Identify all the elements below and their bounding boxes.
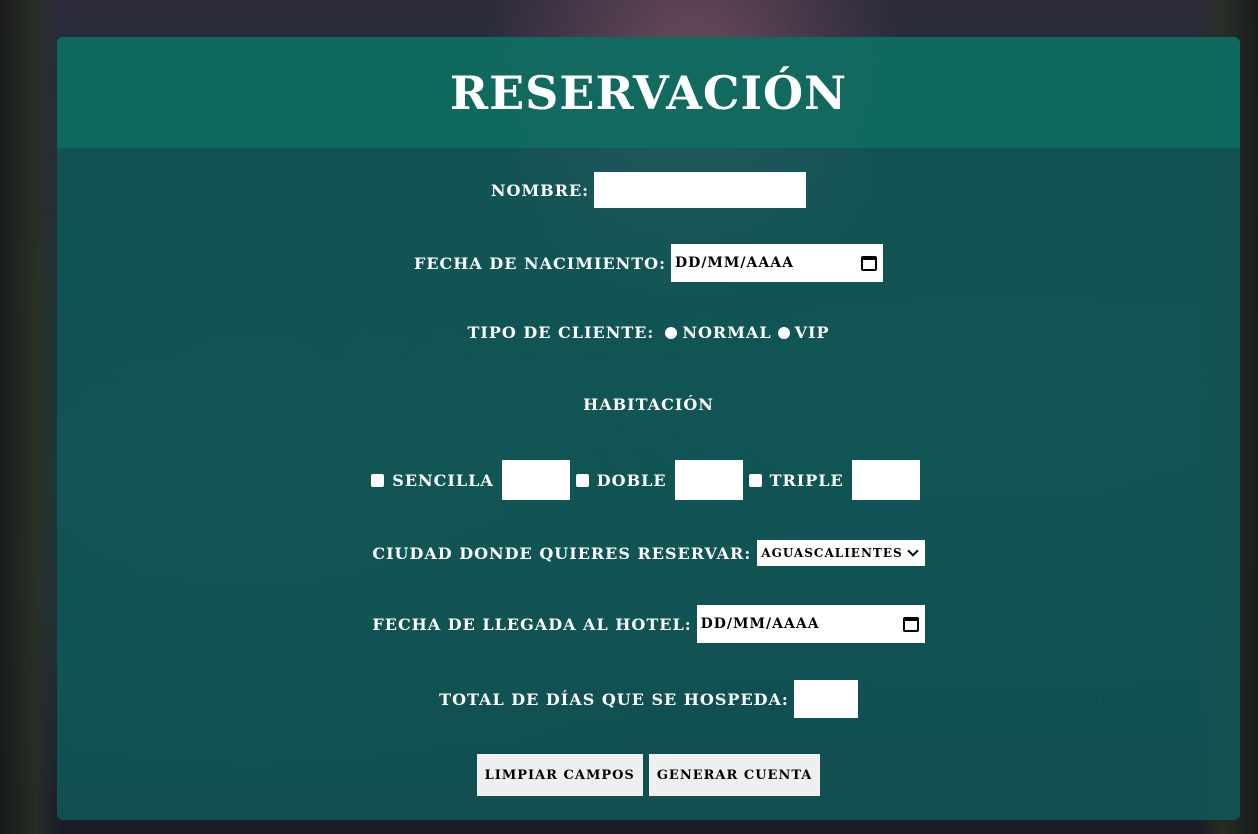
radio-normal[interactable] bbox=[665, 326, 678, 339]
radio-normal-label: NORMAL bbox=[682, 323, 772, 342]
row-fecha-llegada: FECHA DE LLEGADA AL HOTEL: DD/MM/AAAA bbox=[57, 605, 1240, 643]
fecha-nacimiento-input[interactable]: DD/MM/AAAA bbox=[671, 244, 884, 282]
row-fecha-nacimiento: FECHA DE NACIMIENTO: DD/MM/AAAA bbox=[57, 244, 1240, 282]
form-header: RESERVACIÓN bbox=[57, 37, 1240, 148]
fecha-llegada-input[interactable]: DD/MM/AAAA bbox=[696, 605, 925, 643]
radio-vip-label: VIP bbox=[794, 323, 830, 342]
row-habitacion-heading: HABITACIÓN bbox=[57, 395, 1240, 414]
calendar-icon[interactable] bbox=[861, 255, 878, 271]
calendar-icon[interactable] bbox=[902, 616, 919, 632]
page-title: RESERVACIÓN bbox=[449, 65, 848, 120]
row-tipo-cliente: TIPO DE CLIENTE: NORMAL VIP bbox=[57, 323, 1240, 342]
triple-label: TRIPLE bbox=[769, 470, 844, 490]
generar-cuenta-button[interactable]: GENERAR CUENTA bbox=[648, 754, 821, 796]
doble-label: DOBLE bbox=[596, 470, 667, 490]
ciudad-selected-value: AGUASCALIENTES bbox=[761, 546, 903, 560]
fecha-nacimiento-placeholder: DD/MM/AAAA bbox=[675, 255, 794, 271]
background-trees-left bbox=[0, 0, 60, 834]
row-ciudad: CIUDAD DONDE QUIERES RESERVAR: AGUASCALI… bbox=[57, 540, 1240, 566]
limpiar-campos-button[interactable]: LIMPIAR CAMPOS bbox=[476, 754, 643, 796]
row-buttons: LIMPIAR CAMPOS GENERAR CUENTA bbox=[57, 754, 1240, 796]
row-habitacion-options: SENCILLA DOBLE TRIPLE bbox=[57, 460, 1240, 500]
total-dias-label: TOTAL DE DÍAS QUE SE HOSPEDA: bbox=[439, 689, 789, 709]
triple-quantity-input[interactable] bbox=[851, 460, 920, 500]
checkbox-doble[interactable] bbox=[575, 473, 589, 487]
checkbox-triple[interactable] bbox=[748, 473, 762, 487]
fecha-llegada-label: FECHA DE LLEGADA AL HOTEL: bbox=[372, 614, 692, 634]
radio-vip[interactable] bbox=[777, 326, 790, 339]
sencilla-quantity-input[interactable] bbox=[501, 460, 570, 500]
habitacion-heading: HABITACIÓN bbox=[583, 395, 714, 414]
nombre-input[interactable] bbox=[594, 172, 807, 208]
sencilla-label: SENCILLA bbox=[392, 470, 494, 490]
checkbox-sencilla[interactable] bbox=[371, 473, 385, 487]
fecha-llegada-placeholder: DD/MM/AAAA bbox=[700, 616, 820, 632]
reservation-form-panel: RESERVACIÓN NOMBRE: FECHA DE NACIMIENTO:… bbox=[57, 37, 1240, 820]
ciudad-label: CIUDAD DONDE QUIERES RESERVAR: bbox=[372, 543, 752, 563]
fecha-nacimiento-label: FECHA DE NACIMIENTO: bbox=[413, 253, 667, 273]
chevron-down-icon bbox=[907, 545, 919, 557]
total-dias-input[interactable] bbox=[793, 680, 858, 718]
ciudad-select[interactable]: AGUASCALIENTES bbox=[757, 540, 925, 566]
row-total-dias: TOTAL DE DÍAS QUE SE HOSPEDA: bbox=[57, 680, 1240, 718]
nombre-label: NOMBRE: bbox=[490, 180, 590, 200]
tipo-cliente-label: TIPO DE CLIENTE: bbox=[467, 323, 655, 342]
doble-quantity-input[interactable] bbox=[674, 460, 743, 500]
row-nombre: NOMBRE: bbox=[57, 172, 1240, 208]
